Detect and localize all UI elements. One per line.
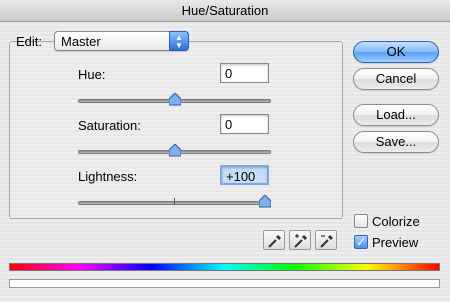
saturation-label: Saturation: xyxy=(78,118,141,133)
save-button[interactable]: Save... xyxy=(353,131,439,153)
saturation-slider-thumb[interactable] xyxy=(168,144,181,157)
load-button[interactable]: Load... xyxy=(353,104,439,126)
hue-input[interactable]: 0 xyxy=(220,63,269,83)
lightness-label: Lightness: xyxy=(78,169,138,184)
eyedropper-button[interactable] xyxy=(263,230,285,250)
saturation-input[interactable]: 0 xyxy=(220,114,269,134)
lightness-center-tick xyxy=(174,198,175,205)
lightness-slider-thumb[interactable] xyxy=(259,195,271,208)
edit-dropdown-value: Master xyxy=(61,34,101,49)
hue-slider-thumb[interactable] xyxy=(168,93,181,106)
eyedropper-minus-button[interactable] xyxy=(315,230,337,250)
adjustment-group xyxy=(9,41,343,219)
preview-checkbox[interactable]: ✓ xyxy=(354,235,368,249)
eyedropper-icon xyxy=(268,235,281,248)
window-title: Hue/Saturation xyxy=(0,0,450,22)
colorize-label: Colorize xyxy=(372,214,420,229)
output-color-spectrum xyxy=(9,279,440,288)
hue-saturation-dialog: Hue/Saturation Edit: Master ▲ ▼ Hue: 0 Sa… xyxy=(0,0,450,302)
input-color-spectrum xyxy=(9,263,440,271)
edit-dropdown[interactable]: Master ▲ ▼ xyxy=(54,31,189,51)
colorize-checkbox[interactable] xyxy=(354,214,368,228)
cancel-button[interactable]: Cancel xyxy=(353,68,439,90)
lightness-input[interactable]: +100 xyxy=(220,165,269,185)
eyedropper-minus-icon xyxy=(320,235,333,248)
eyedropper-plus-button[interactable] xyxy=(289,230,311,250)
preview-label: Preview xyxy=(372,235,419,250)
eyedropper-plus-icon xyxy=(294,234,307,248)
ok-button[interactable]: OK xyxy=(353,41,439,63)
hue-label: Hue: xyxy=(78,67,106,82)
dropdown-arrows-icon: ▲ ▼ xyxy=(169,31,189,51)
edit-label: Edit: xyxy=(16,34,43,49)
